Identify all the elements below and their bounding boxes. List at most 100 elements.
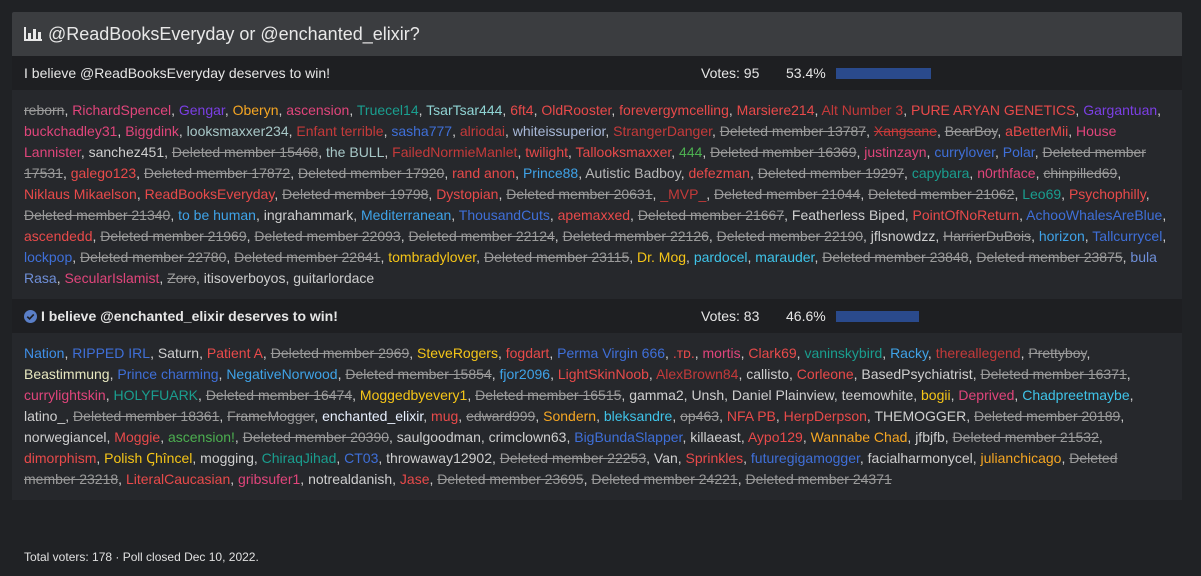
voter-link[interactable]: Nation (24, 345, 64, 361)
voter-link[interactable]: Gengar (179, 102, 225, 118)
voter-link[interactable]: Aypo129 (748, 429, 803, 445)
voter-link[interactable]: Clark69 (748, 345, 796, 361)
voter-link[interactable]: futuregigamogger (751, 450, 860, 466)
voter-link[interactable]: ascendedd (24, 228, 93, 244)
voter-link[interactable]: pardocel (694, 249, 748, 265)
voter-link[interactable]: chinpilled69 (1043, 165, 1117, 181)
voter-link[interactable]: apemaxxed (558, 207, 630, 223)
voter-link[interactable]: fjor2096 (499, 366, 550, 382)
voter-link[interactable]: bleksandre (604, 408, 673, 424)
voter-link[interactable]: Deleted member 22190 (717, 228, 863, 244)
poll-option-1[interactable]: I believe @ReadBooksEveryday deserves to… (12, 56, 1182, 90)
voter-link[interactable]: facialharmonycel (868, 450, 973, 466)
voter-link[interactable]: throwaway12902 (386, 450, 492, 466)
voter-link[interactable]: latino_ (24, 408, 65, 424)
voter-link[interactable]: fogdart (506, 345, 550, 361)
voter-link[interactable]: Racky (890, 345, 928, 361)
voter-link[interactable]: Deleted member 18361 (73, 408, 219, 424)
voter-link[interactable]: Truecel14 (357, 102, 419, 118)
voter-link[interactable]: Deleted member 22253 (500, 450, 646, 466)
voter-link[interactable]: mogging (200, 450, 254, 466)
voter-link[interactable]: aBetterMii (1005, 123, 1068, 139)
voter-link[interactable]: Deleted member 23695 (437, 471, 583, 487)
voter-link[interactable]: Deleted member 22093 (254, 228, 400, 244)
voter-link[interactable]: LightSkinNoob (558, 366, 649, 382)
voter-link[interactable]: norwegiancel (24, 429, 107, 445)
voter-link[interactable]: _MVP_ (660, 186, 706, 202)
voter-link[interactable]: currylover (934, 144, 995, 160)
voter-link[interactable]: Dr. Mog (637, 249, 686, 265)
voter-link[interactable]: looksmaxxer234 (187, 123, 289, 139)
voter-link[interactable]: julianchicago (981, 450, 1062, 466)
voter-link[interactable]: 6ft4 (510, 102, 533, 118)
voter-link[interactable]: Tallcurrycel (1092, 228, 1162, 244)
voter-link[interactable]: RIPPED IRL (72, 345, 150, 361)
voter-link[interactable]: Deleted member 17920 (298, 165, 444, 181)
voter-link[interactable]: notrealdanish (308, 471, 392, 487)
voter-link[interactable]: Deleted member 20631 (506, 186, 652, 202)
voter-link[interactable]: FailedNormieManlet (392, 144, 517, 160)
voter-link[interactable]: buckchadley31 (24, 123, 117, 139)
voter-link[interactable]: Deleted member 19798 (282, 186, 428, 202)
voter-link[interactable]: Featherless Biped (792, 207, 905, 223)
voter-link[interactable]: vaninskybird (804, 345, 882, 361)
voter-link[interactable]: Marsiere214 (737, 102, 815, 118)
voter-link[interactable]: Deleted member 23848 (822, 249, 968, 265)
voter-link[interactable]: teemowhite (842, 387, 914, 403)
voter-link[interactable]: Deleted member 15468 (172, 144, 318, 160)
voter-link[interactable]: Deleted member 22780 (80, 249, 226, 265)
voter-link[interactable]: OldRooster (541, 102, 611, 118)
voter-link[interactable]: Deleted member 17872 (144, 165, 290, 181)
voter-link[interactable]: NegativeNorwood (226, 366, 337, 382)
voter-link[interactable]: Deleted member 13787 (720, 123, 866, 139)
voter-link[interactable]: thereallegend (936, 345, 1021, 361)
voter-link[interactable]: Autistic Badboy (585, 165, 680, 181)
voter-link[interactable]: Deleted member 16371 (980, 366, 1126, 382)
voter-link[interactable]: Deleted member 20390 (243, 429, 389, 445)
voter-link[interactable]: justinzayn (864, 144, 926, 160)
voter-link[interactable]: THEMOGGER (874, 408, 966, 424)
voter-link[interactable]: Alt Number 3 (822, 102, 904, 118)
voter-link[interactable]: Oberyn (233, 102, 279, 118)
voter-link[interactable]: Mediterranean (361, 207, 451, 223)
voter-link[interactable]: Dystopian (436, 186, 498, 202)
voter-link[interactable]: crimclown63 (489, 429, 567, 445)
voter-link[interactable]: BearBoy (945, 123, 998, 139)
voter-link[interactable]: Corleone (797, 366, 854, 382)
voter-link[interactable]: whiteissuperior (513, 123, 606, 139)
voter-link[interactable]: mug (431, 408, 458, 424)
voter-link[interactable]: Van (654, 450, 678, 466)
voter-link[interactable]: marauder (755, 249, 814, 265)
voter-link[interactable]: Saturn (158, 345, 199, 361)
voter-link[interactable]: Unsh (691, 387, 724, 403)
voter-link[interactable]: Jase (400, 471, 430, 487)
voter-link[interactable]: Deleted member 21532 (953, 429, 1099, 445)
voter-link[interactable]: Deleted member 20189 (974, 408, 1120, 424)
voter-link[interactable]: PointOfNoReturn (913, 207, 1020, 223)
voter-link[interactable]: edward999 (466, 408, 535, 424)
voter-link[interactable]: Deleted member 16369 (710, 144, 856, 160)
voter-link[interactable]: dimorphism (24, 450, 96, 466)
voter-link[interactable]: ThousandCuts (459, 207, 550, 223)
voter-link[interactable]: ChiraqJihad (262, 450, 337, 466)
voter-link[interactable]: BasedPsychiatrist (861, 366, 972, 382)
voter-link[interactable]: Deleted member 16474 (206, 387, 352, 403)
voter-link[interactable]: Prettyboy (1028, 345, 1086, 361)
voter-link[interactable]: Gargantuan (1083, 102, 1157, 118)
voter-link[interactable]: Leo69 (1022, 186, 1061, 202)
voter-link[interactable]: jflsnowdzz (871, 228, 936, 244)
voter-link[interactable]: AlexBrown84 (656, 366, 739, 382)
voter-link[interactable]: sanchez451 (89, 144, 165, 160)
voter-link[interactable]: Deleted member 2969 (271, 345, 410, 361)
voter-link[interactable]: Daniel Plainview (732, 387, 834, 403)
voter-link[interactable]: Xangsane (874, 123, 937, 139)
voter-link[interactable]: Deprived (958, 387, 1014, 403)
voter-link[interactable]: killaeast (690, 429, 741, 445)
voter-link[interactable]: mortis (703, 345, 741, 361)
voter-link[interactable]: jfbjfb (915, 429, 945, 445)
voter-link[interactable]: guitarlordace (293, 270, 374, 286)
voter-link[interactable]: twilight (525, 144, 568, 160)
voter-link[interactable]: Sprinkles (686, 450, 744, 466)
voter-link[interactable]: ascension! (168, 429, 235, 445)
voter-link[interactable]: itisoverboyos (204, 270, 286, 286)
